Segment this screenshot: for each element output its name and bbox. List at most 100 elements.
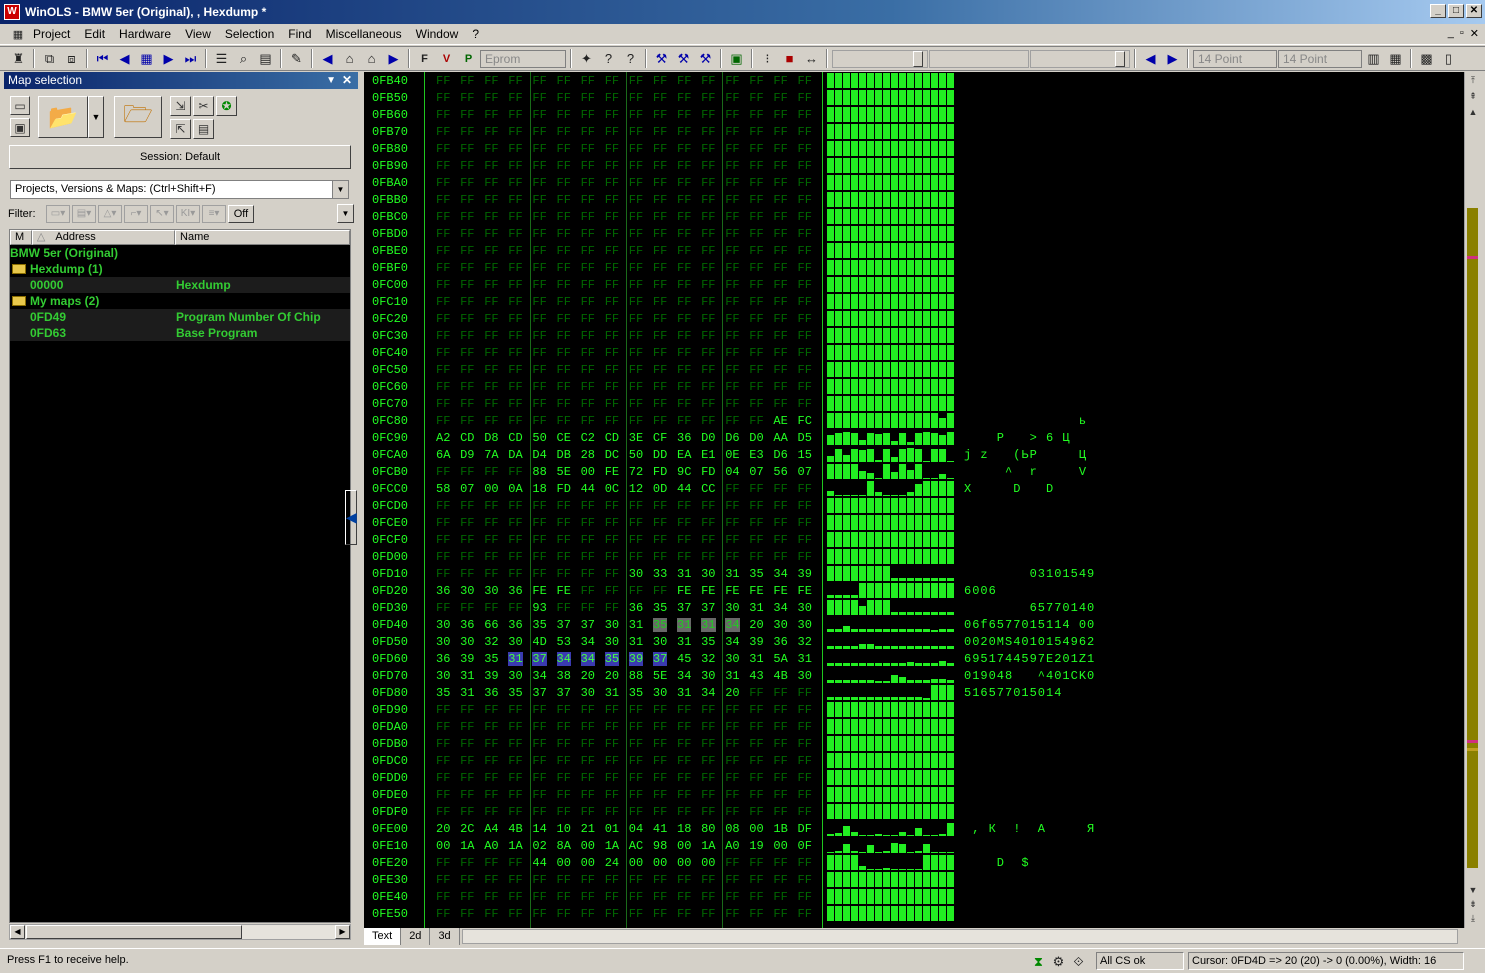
hex-byte[interactable]: FF (508, 873, 522, 887)
hex-byte[interactable]: FF (484, 176, 498, 190)
hex-byte[interactable]: FF (629, 380, 643, 394)
hex-byte[interactable]: FF (701, 890, 715, 904)
hex-byte[interactable]: 30 (436, 635, 450, 649)
hex-byte[interactable]: FF (701, 159, 715, 173)
hex-byte[interactable]: FF (701, 533, 715, 547)
hex-byte[interactable]: FF (557, 159, 571, 173)
hex-byte[interactable]: FF (484, 567, 498, 581)
hex-byte[interactable]: FF (484, 125, 498, 139)
hex-byte[interactable]: FF (484, 380, 498, 394)
hex-byte[interactable]: 07 (749, 465, 763, 479)
hex-byte[interactable]: A0 (484, 839, 498, 853)
hex-byte[interactable]: FF (605, 499, 619, 513)
hex-byte[interactable]: FF (581, 720, 595, 734)
hex-byte[interactable]: 5A (773, 652, 787, 666)
hex-byte[interactable]: FF (677, 176, 691, 190)
hex-byte[interactable]: FF (581, 142, 595, 156)
hex-byte[interactable]: FF (725, 244, 739, 258)
hex-byte[interactable]: FF (677, 890, 691, 904)
hex-byte[interactable]: 30 (605, 635, 619, 649)
hex-byte[interactable]: FF (749, 244, 763, 258)
hex-byte[interactable]: FF (629, 397, 643, 411)
hex-byte[interactable]: FF (581, 567, 595, 581)
hex-row[interactable]: 0FBA0 FF FF FF FF FF FF FF FF FF FF FF FF FF FF FF FF (364, 174, 1464, 191)
hex-byte[interactable]: 20 (749, 618, 763, 632)
minimize-button[interactable]: _ (1430, 4, 1446, 18)
hex-byte[interactable]: FF (653, 329, 667, 343)
hex-byte[interactable]: FF (532, 788, 546, 802)
hex-byte[interactable]: FF (605, 720, 619, 734)
hex-byte[interactable]: FF (701, 125, 715, 139)
hex-byte[interactable]: FF (557, 74, 571, 88)
hex-byte[interactable]: 21 (581, 822, 595, 836)
hex-byte[interactable]: FF (773, 720, 787, 734)
hex-byte[interactable]: 31 (460, 686, 474, 700)
tab-2d[interactable]: 2d (401, 928, 431, 945)
hex-byte[interactable]: FF (460, 125, 474, 139)
hex-byte[interactable]: 10 (557, 822, 571, 836)
hex-byte[interactable]: 66 (484, 618, 498, 632)
hex-byte[interactable]: FF (605, 329, 619, 343)
first-icon[interactable]: ⏮ (92, 48, 113, 69)
hex-byte[interactable]: FF (508, 907, 522, 921)
filter-kl-button[interactable]: KI▾ (176, 205, 200, 223)
hex-byte[interactable]: FF (436, 312, 450, 326)
hex-byte[interactable]: FF (460, 363, 474, 377)
hex-byte[interactable]: 30 (436, 669, 450, 683)
hex-byte[interactable]: FF (508, 737, 522, 751)
hex-byte[interactable]: 6A (436, 448, 450, 462)
hex-byte[interactable]: FF (629, 754, 643, 768)
hex-byte[interactable]: 31 (725, 567, 739, 581)
hex-byte[interactable]: FF (677, 312, 691, 326)
hex-byte[interactable]: FF (557, 873, 571, 887)
hex-byte[interactable]: FF (773, 329, 787, 343)
hex-byte[interactable]: FF (677, 754, 691, 768)
hex-byte[interactable]: FF (436, 278, 450, 292)
hex-byte[interactable]: 2C (460, 822, 474, 836)
hex-byte[interactable]: FF (460, 295, 474, 309)
analyze-icon[interactable]: ⚒ (651, 48, 672, 69)
hex-byte[interactable]: 1A (701, 839, 715, 853)
back-icon[interactable]: ◀ (317, 48, 338, 69)
hex-byte[interactable]: FF (581, 125, 595, 139)
hex-byte[interactable]: FF (460, 601, 474, 615)
hex-byte[interactable]: FF (436, 210, 450, 224)
hex-byte[interactable]: FF (532, 278, 546, 292)
hex-row[interactable]: 0FD90 FF FF FF FF FF FF FF FF FF FF FF FF FF FF FF FF (364, 701, 1464, 718)
hex-byte[interactable]: FF (581, 363, 595, 377)
hex-byte[interactable]: FF (653, 703, 667, 717)
hex-byte[interactable]: 35 (652, 618, 668, 632)
hex-row[interactable]: 0FCC0 58 07 00 0A 18 FD 44 0C 12 0D 44 CC FF FF FF FF X D… (364, 480, 1464, 497)
hex-byte[interactable]: FF (557, 533, 571, 547)
hex-byte[interactable]: FF (629, 261, 643, 275)
hex-byte[interactable]: FF (436, 856, 450, 870)
analyze2-icon[interactable]: ⚒ (673, 48, 694, 69)
hex-byte[interactable]: FF (532, 533, 546, 547)
hex-byte[interactable]: FF (653, 244, 667, 258)
hex-byte[interactable]: 35 (749, 567, 763, 581)
hex-byte[interactable]: FF (605, 244, 619, 258)
hex-byte[interactable]: FF (581, 329, 595, 343)
hex-byte[interactable]: FF (436, 754, 450, 768)
hex-row[interactable]: 0FBF0 FF FF FF FF FF FF FF FF FF FF FF FF FF FF FF FF (364, 259, 1464, 276)
hex-byte[interactable]: 39 (798, 567, 812, 581)
hex-byte[interactable]: FF (725, 499, 739, 513)
hex-byte[interactable]: FF (725, 873, 739, 887)
hex-byte[interactable]: FF (460, 227, 474, 241)
hex-byte[interactable]: FF (629, 295, 643, 309)
hex-byte[interactable]: 30 (773, 618, 787, 632)
hex-byte[interactable]: FF (798, 533, 812, 547)
hex-byte[interactable]: FF (653, 312, 667, 326)
hex-byte[interactable]: FF (653, 737, 667, 751)
hex-byte[interactable]: FF (653, 108, 667, 122)
hex-byte[interactable]: FF (749, 193, 763, 207)
hex-byte[interactable]: 37 (532, 652, 547, 666)
hex-byte[interactable]: FF (725, 329, 739, 343)
hex-byte[interactable]: 36 (436, 652, 450, 666)
hex-byte[interactable]: FF (677, 550, 691, 564)
hex-byte[interactable]: FF (749, 482, 763, 496)
hex-byte[interactable]: 5E (557, 465, 571, 479)
hex-byte[interactable]: FF (749, 159, 763, 173)
hex-byte[interactable]: 20 (605, 669, 619, 683)
view-mode-icon[interactable]: ▥ (1363, 48, 1384, 69)
